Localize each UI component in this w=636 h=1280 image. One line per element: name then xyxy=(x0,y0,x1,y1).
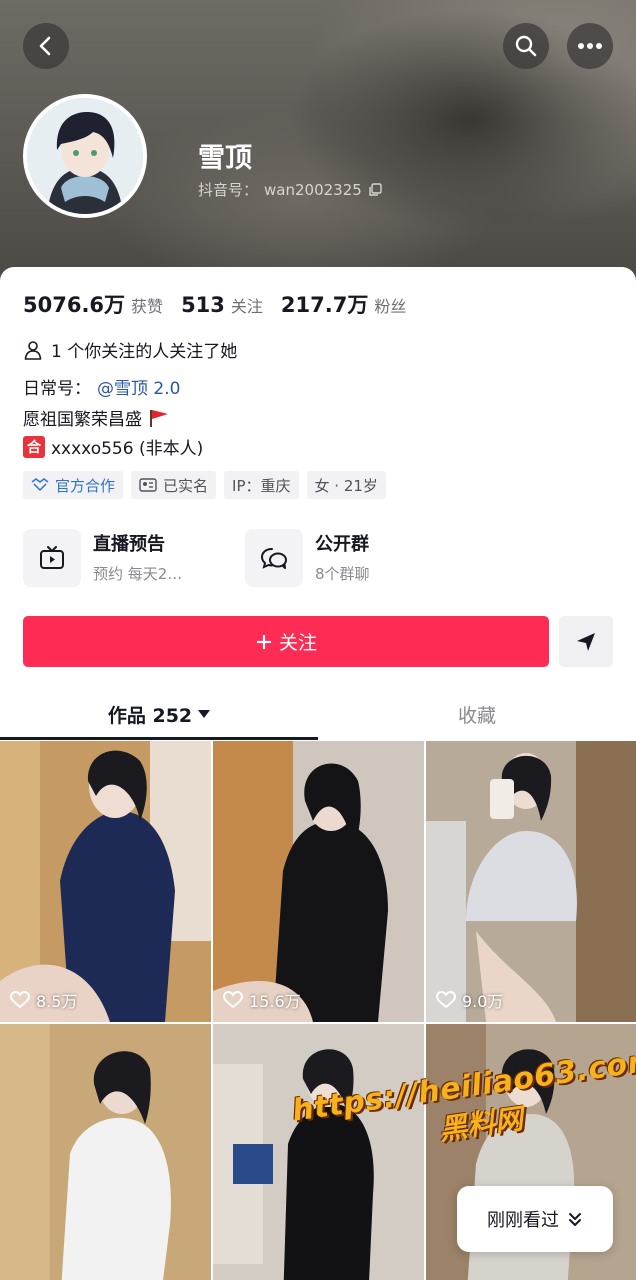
search-icon xyxy=(515,35,537,57)
daily-label: 日常号： xyxy=(23,379,91,399)
like-count-text: 9.0万 xyxy=(462,992,504,1011)
douyin-id[interactable]: 抖音号： wan2002325 xyxy=(198,179,382,200)
tag-official-label: 官方合作 xyxy=(55,476,116,495)
feature-subtitle: 8个群聊 xyxy=(315,565,370,583)
public-group-entry[interactable]: 公开群 8个群聊 xyxy=(245,529,370,587)
chevron-left-icon xyxy=(39,36,51,56)
tag-verified[interactable]: 已实名 xyxy=(131,471,217,499)
content-tabs: 作品 252 收藏 xyxy=(0,688,636,740)
tag-verified-label: 已实名 xyxy=(163,476,209,495)
followers-label[interactable]: 粉丝 xyxy=(374,293,406,317)
tv-icon xyxy=(40,546,64,569)
following-count[interactable]: 513 xyxy=(181,293,225,317)
like-count: 9.0万 xyxy=(436,988,503,1012)
like-count-text: 8.5万 xyxy=(36,992,78,1011)
avatar[interactable] xyxy=(23,94,147,218)
video-tile[interactable]: 8.5万 xyxy=(0,741,211,1022)
mutual-followers[interactable]: 1 个你关注的人关注了她 xyxy=(23,337,237,362)
bio-contact-text: xxxxo556 (非本人) xyxy=(51,439,204,459)
search-button[interactable] xyxy=(503,23,549,69)
chat-bubbles-icon xyxy=(260,548,287,569)
id-card-icon xyxy=(139,478,157,492)
avatar-illustration xyxy=(27,98,143,214)
copy-icon[interactable] xyxy=(368,182,382,197)
following-label[interactable]: 关注 xyxy=(231,293,263,317)
feature-title: 公开群 xyxy=(315,534,369,555)
profile-name: 雪顶 xyxy=(198,143,252,174)
feature-title: 直播预告 xyxy=(93,534,165,555)
like-count: 15.6万 xyxy=(223,988,301,1012)
video-thumbnail xyxy=(0,1024,211,1280)
daily-account-link[interactable]: @雪顶 2.0 xyxy=(97,374,180,399)
likes-label: 获赞 xyxy=(131,297,164,316)
like-count-text: 15.6万 xyxy=(249,992,301,1011)
video-tile[interactable]: 15.6万 xyxy=(213,741,424,1022)
followers-count[interactable]: 217.7万 xyxy=(281,289,368,319)
likes-count: 5076.6万 xyxy=(23,293,126,317)
person-icon xyxy=(24,340,42,360)
douyin-id-value: wan2002325 xyxy=(264,180,362,199)
bio-line-contact: 合 xxxxo556 (非本人) xyxy=(23,434,203,459)
tab-works[interactable]: 作品 252 xyxy=(0,688,318,740)
send-message-button[interactable] xyxy=(559,616,613,667)
handshake-icon xyxy=(31,478,49,491)
heart-icon xyxy=(223,991,243,1009)
video-thumbnail xyxy=(0,741,211,1022)
bio-line: 愿祖国繁荣昌盛 xyxy=(23,405,170,430)
he-badge-icon: 合 xyxy=(23,435,45,458)
bio-text: 愿祖国繁荣昌盛 xyxy=(23,410,142,430)
bio-daily-account: 日常号： @雪顶 2.0 xyxy=(23,374,180,399)
plus-icon xyxy=(256,634,271,649)
video-thumbnail xyxy=(426,741,636,1022)
double-chevron-down-icon xyxy=(569,1213,581,1226)
tag-gender-age: 女 · 21岁 xyxy=(306,471,386,499)
caret-down-icon xyxy=(198,710,211,718)
tab-favorites[interactable]: 收藏 xyxy=(318,688,636,740)
more-button[interactable] xyxy=(567,23,613,69)
video-thumbnail xyxy=(213,741,424,1022)
stats-row: 5076.6万 获赞 513 关注 217.7万 粉丝 xyxy=(23,289,424,319)
like-count: 8.5万 xyxy=(10,988,77,1012)
paper-plane-icon xyxy=(577,632,595,651)
more-dots-icon xyxy=(578,43,602,49)
mutual-text: 1 个你关注的人关注了她 xyxy=(51,342,238,362)
feature-icon-box xyxy=(245,529,303,587)
feature-subtitle: 预约 每天2… xyxy=(93,565,183,583)
active-tab-indicator xyxy=(0,737,318,740)
video-tile[interactable]: 9.0万 xyxy=(426,741,636,1022)
follow-label: 关注 xyxy=(278,632,317,654)
tab-favorites-label: 收藏 xyxy=(457,704,496,727)
tag-row: 官方合作 已实名 IP：重庆 女 · 21岁 xyxy=(23,471,386,499)
tag-ip: IP：重庆 xyxy=(224,471,299,499)
live-preview-entry[interactable]: 直播预告 预约 每天2… xyxy=(23,529,183,587)
tag-ip-label: IP：重庆 xyxy=(232,476,291,495)
tab-works-label: 作品 252 xyxy=(107,704,193,727)
tag-gender-age-label: 女 · 21岁 xyxy=(314,476,378,495)
recently-viewed-button[interactable]: 刚刚看过 xyxy=(457,1186,613,1252)
back-button[interactable] xyxy=(23,23,69,69)
feature-icon-box xyxy=(23,529,81,587)
tag-official[interactable]: 官方合作 xyxy=(23,471,124,499)
red-flag-icon xyxy=(150,409,168,427)
heart-icon xyxy=(436,991,456,1009)
recently-viewed-label: 刚刚看过 xyxy=(487,1210,559,1231)
douyin-id-label: 抖音号： xyxy=(198,181,259,199)
heart-icon xyxy=(10,991,30,1009)
video-tile[interactable] xyxy=(0,1024,211,1280)
follow-button[interactable]: 关注 xyxy=(23,616,549,667)
